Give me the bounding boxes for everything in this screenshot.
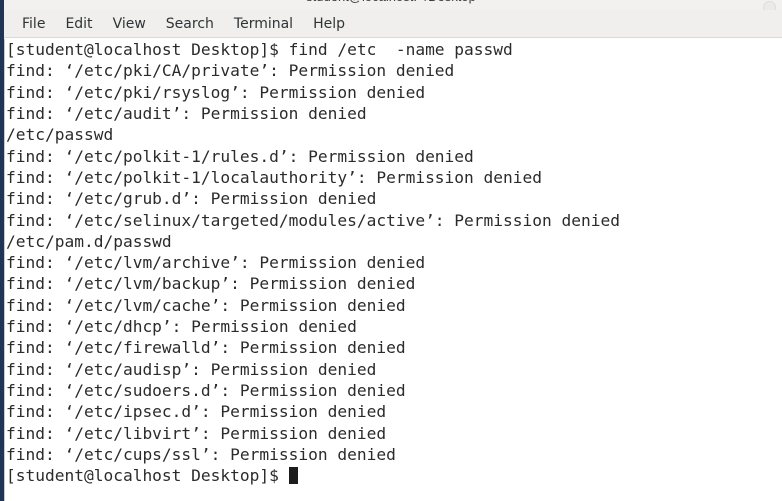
terminal-line: find: ‘/etc/polkit-1/rules.d’: Permissio… (6, 146, 474, 166)
terminal-line: find: ‘/etc/lvm/backup’: Permission deni… (6, 274, 416, 294)
terminal-output-area[interactable]: [student@localhost Desktop]$ find /etc -… (0, 39, 782, 501)
terminal-prompt-line[interactable]: [student@localhost Desktop]$ (6, 465, 782, 486)
terminal-line: find: ‘/etc/cups/ssl’: Permission denied (6, 444, 396, 464)
terminal-line: [student@localhost Desktop]$ find /etc -… (6, 40, 513, 59)
terminal-line: find: ‘/etc/pki/rsyslog’: Permission den… (6, 82, 426, 102)
menu-edit[interactable]: Edit (57, 14, 101, 34)
terminal-line: find: ‘/etc/dhcp’: Permission denied (6, 317, 357, 337)
window-close-icon[interactable] (763, 1, 776, 10)
text-cursor (288, 467, 299, 485)
terminal-line: find: ‘/etc/audit’: Permission denied (6, 103, 367, 123)
terminal-line: find: ‘/etc/ipsec.d’: Permission denied (6, 402, 387, 422)
terminal-line: find: ‘/etc/grub.d’: Permission denied (6, 189, 377, 209)
terminal-line: find: ‘/etc/audisp’: Permission denied (6, 359, 377, 379)
menu-help[interactable]: Help (305, 14, 354, 34)
terminal-window: student@localhost:~/Desktop FileEditView… (0, 0, 782, 501)
menu-view[interactable]: View (105, 14, 155, 34)
terminal-line: find: ‘/etc/sudoers.d’: Permission denie… (6, 381, 406, 400)
menu-search[interactable]: Search (158, 14, 223, 34)
shell-prompt: [student@localhost Desktop]$ (6, 466, 289, 486)
menu-file[interactable]: File (14, 14, 54, 34)
terminal-line: find: ‘/etc/libvirt’: Permission denied (6, 423, 387, 443)
terminal-line: find: ‘/etc/selinux/targeted/modules/act… (6, 210, 620, 230)
terminal-line: /etc/pam.d/passwd (6, 231, 172, 251)
terminal-line: find: ‘/etc/lvm/archive’: Permission den… (6, 253, 426, 273)
terminal-line: find: ‘/etc/lvm/cache’: Permission denie… (6, 295, 406, 315)
menu-bar: File Edit View Search Terminal Help (0, 10, 782, 38)
menu-terminal[interactable]: Terminal (226, 14, 302, 34)
terminal-line: find: ‘/etc/polkit-1/localauthority’: Pe… (6, 167, 543, 187)
terminal-line: find: ‘/etc/firewalld’: Permission denie… (6, 338, 406, 358)
window-titlebar[interactable]: student@localhost:~/Desktop (0, 0, 782, 10)
terminal-line: find: ‘/etc/pki/CA/private’: Permission … (6, 61, 455, 81)
terminal-line: /etc/passwd (6, 125, 114, 145)
window-title: student@localhost:~/Desktop (0, 0, 782, 4)
window-left-border-inner (4, 39, 5, 501)
